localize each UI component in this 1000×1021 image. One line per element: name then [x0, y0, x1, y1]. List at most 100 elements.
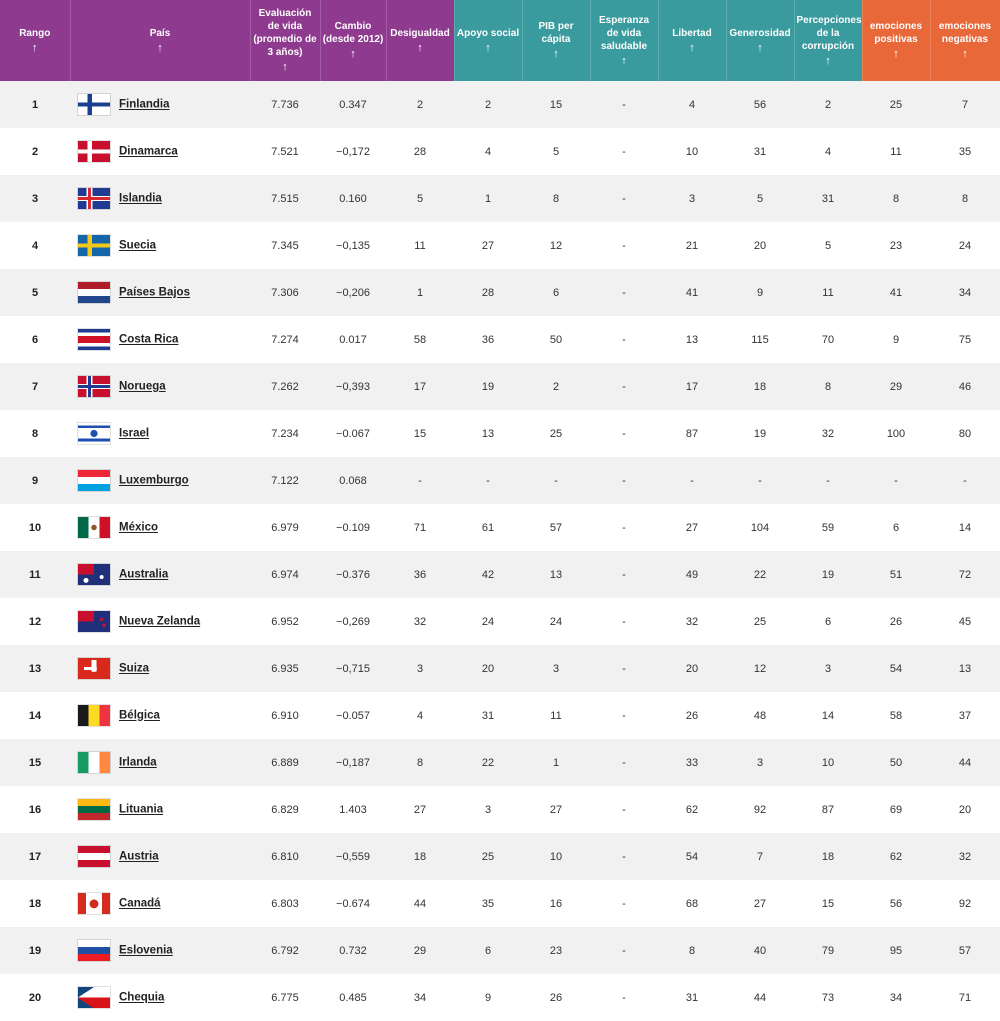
table-row: 8 Israel 7.234 −0.067 15 13 25-87 19 32 100 80	[0, 410, 1000, 457]
change-cell: −0,393	[320, 363, 386, 410]
freedom-cell: 13	[658, 316, 726, 363]
neg-cell: 44	[930, 739, 1000, 786]
column-header-0[interactable]: Rango ↑	[0, 0, 71, 81]
change-cell: 0.017	[320, 316, 386, 363]
sort-arrow-icon[interactable]: ↑	[729, 42, 792, 55]
country-cell: Israel	[70, 410, 250, 457]
country-link[interactable]: Dinamarca	[119, 146, 178, 158]
country-link[interactable]: Eslovenia	[119, 945, 173, 957]
column-header-10[interactable]: Percepciones de la corrupción ↑	[794, 0, 863, 81]
gdp-cell: 6	[522, 269, 590, 316]
country-link[interactable]: México	[119, 522, 158, 534]
denmark-flag-icon	[78, 141, 110, 162]
inequality-cell: 29	[386, 927, 454, 974]
life-cell: 7.122	[250, 457, 320, 504]
austria-flag-icon	[78, 846, 110, 867]
column-header-12[interactable]: emociones negativas ↑	[930, 0, 1000, 81]
country-link[interactable]: Canadá	[119, 898, 161, 910]
neg-cell: -	[930, 457, 1000, 504]
country-link[interactable]: Lituania	[119, 804, 163, 816]
sort-arrow-icon[interactable]: ↑	[865, 48, 928, 61]
country-link[interactable]: Chequia	[119, 992, 164, 1004]
column-header-9[interactable]: Generosidad ↑	[726, 0, 795, 81]
sort-arrow-icon[interactable]: ↑	[389, 42, 452, 55]
country-link[interactable]: Austria	[119, 851, 159, 863]
rank-cell: 14	[0, 692, 70, 739]
generosity-cell: 25	[726, 598, 794, 645]
social-cell: 27	[454, 222, 522, 269]
column-header-1[interactable]: País ↑	[70, 0, 251, 81]
generosity-cell: 12	[726, 645, 794, 692]
column-header-6[interactable]: PIB per cápita ↑	[522, 0, 591, 81]
country-link[interactable]: Costa Rica	[119, 334, 178, 346]
column-header-label: Esperanza de vida saludable	[598, 14, 650, 52]
country-link[interactable]: Suecia	[119, 240, 156, 252]
column-header-2[interactable]: Evaluación de vida (promedio de 3 años) ↑	[250, 0, 321, 81]
health-cell: -	[590, 457, 658, 504]
column-header-label: Rango	[19, 27, 51, 39]
switzerland-flag-icon	[78, 658, 110, 679]
country-cell: Australia	[70, 551, 250, 598]
country-link[interactable]: Noruega	[119, 381, 166, 393]
column-header-7[interactable]: Esperanza de vida saludable ↑	[590, 0, 659, 81]
country-cell: Nueva Zelanda	[70, 598, 250, 645]
column-header-4[interactable]: Desigualdad ↑	[386, 0, 455, 81]
neg-cell: 13	[930, 645, 1000, 692]
country-link[interactable]: Luxemburgo	[119, 475, 189, 487]
country-cell: Suecia	[70, 222, 250, 269]
pos-cell: 100	[862, 410, 930, 457]
country-link[interactable]: Islandia	[119, 193, 162, 205]
sort-arrow-icon[interactable]: ↑	[2, 42, 68, 55]
country-link[interactable]: Nueva Zelanda	[119, 616, 200, 628]
country-cell: Canadá	[70, 880, 250, 927]
health-cell: -	[590, 269, 658, 316]
freedom-cell: 26	[658, 692, 726, 739]
inequality-cell: 5	[386, 175, 454, 222]
rank-cell: 2	[0, 128, 70, 175]
country-link[interactable]: Irlanda	[119, 757, 157, 769]
country-link[interactable]: Suiza	[119, 663, 149, 675]
change-cell: −0,135	[320, 222, 386, 269]
country-link[interactable]: Bélgica	[119, 710, 160, 722]
life-cell: 6.775	[250, 974, 320, 1021]
generosity-cell: 104	[726, 504, 794, 551]
country-link[interactable]: Finlandia	[119, 99, 169, 111]
rank-cell: 15	[0, 739, 70, 786]
pos-cell: 9	[862, 316, 930, 363]
country-link[interactable]: Israel	[119, 428, 149, 440]
czechia-flag-icon	[78, 987, 110, 1008]
country-link[interactable]: Países Bajos	[119, 287, 190, 299]
sort-arrow-icon[interactable]: ↑	[73, 42, 248, 55]
sort-arrow-icon[interactable]: ↑	[661, 42, 724, 55]
change-cell: 0.347	[320, 81, 386, 128]
corruption-cell: 31	[794, 175, 862, 222]
freedom-cell: 62	[658, 786, 726, 833]
freedom-cell: 33	[658, 739, 726, 786]
header-row: Rango ↑ País ↑ Evaluación de vida (promedio …	[0, 0, 1000, 81]
sort-arrow-icon[interactable]: ↑	[593, 55, 656, 68]
country-link[interactable]: Australia	[119, 569, 168, 581]
life-cell: 6.792	[250, 927, 320, 974]
column-header-3[interactable]: Cambio (desde 2012) ↑	[320, 0, 387, 81]
corruption-cell: 32	[794, 410, 862, 457]
column-header-8[interactable]: Libertad ↑	[658, 0, 727, 81]
country-cell: Bélgica	[70, 692, 250, 739]
health-cell: -	[590, 316, 658, 363]
neg-cell: 35	[930, 128, 1000, 175]
sort-arrow-icon[interactable]: ↑	[525, 48, 588, 61]
table-row: 17 Austria 6.810 −0,559 18 25 10-54 7 18 62 32	[0, 833, 1000, 880]
sort-arrow-icon[interactable]: ↑	[933, 48, 998, 61]
social-cell: 20	[454, 645, 522, 692]
gdp-cell: 13	[522, 551, 590, 598]
table-row: 2 Dinamarca 7.521 −0,172 28 4 5-10 31 4 11 35	[0, 128, 1000, 175]
sort-arrow-icon[interactable]: ↑	[323, 48, 384, 61]
life-cell: 6.935	[250, 645, 320, 692]
social-cell: 31	[454, 692, 522, 739]
column-header-11[interactable]: emociones positivas ↑	[862, 0, 931, 81]
sort-arrow-icon[interactable]: ↑	[457, 42, 520, 55]
sort-arrow-icon[interactable]: ↑	[253, 61, 318, 74]
sort-arrow-icon[interactable]: ↑	[797, 55, 860, 68]
social-cell: 61	[454, 504, 522, 551]
change-cell: −0,206	[320, 269, 386, 316]
column-header-5[interactable]: Apoyo social ↑	[454, 0, 523, 81]
